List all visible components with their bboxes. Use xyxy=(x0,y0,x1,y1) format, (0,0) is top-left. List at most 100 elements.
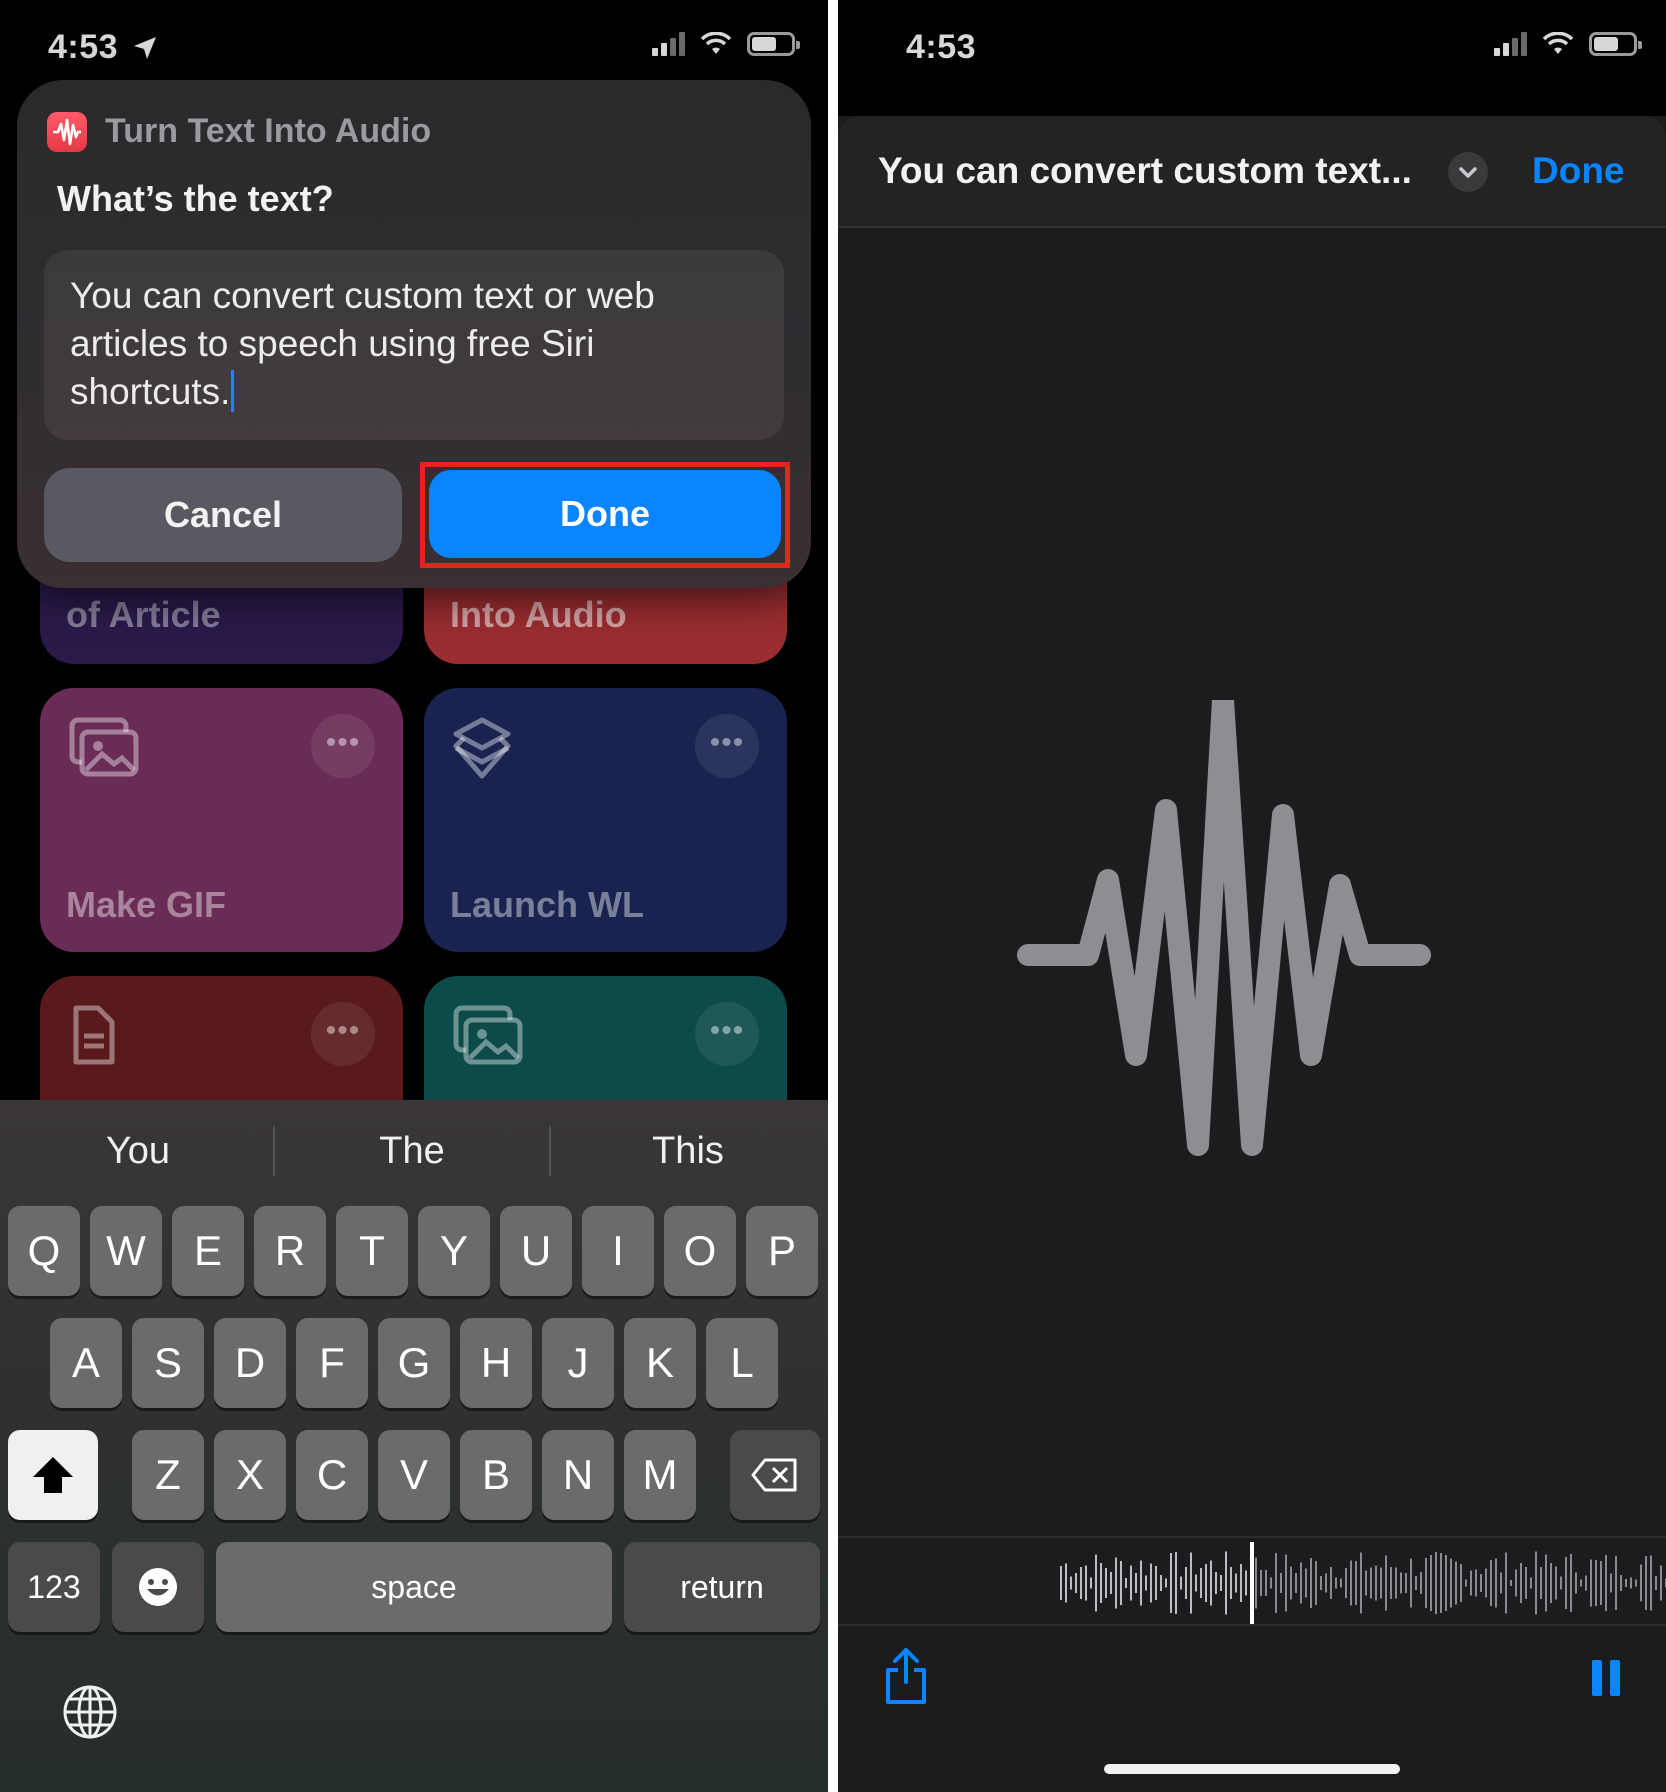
more-options-icon[interactable]: ••• xyxy=(311,1002,375,1066)
status-time: 4:53 xyxy=(906,28,977,66)
waveform-bar xyxy=(1170,1553,1172,1613)
numbers-key[interactable]: 123 xyxy=(8,1542,100,1632)
waveform-bar xyxy=(1655,1576,1657,1590)
wifi-icon xyxy=(1543,32,1573,54)
waveform-bar xyxy=(1175,1552,1177,1614)
waveform-bar xyxy=(1465,1579,1467,1587)
waveform-bar xyxy=(1455,1561,1457,1605)
battery-icon xyxy=(1589,32,1642,56)
pause-button[interactable] xyxy=(1588,1658,1624,1698)
waveform-bar xyxy=(1210,1560,1212,1606)
more-options-icon[interactable]: ••• xyxy=(695,1002,759,1066)
waveform-bar xyxy=(1320,1576,1322,1590)
waveform-bar xyxy=(1385,1555,1387,1611)
key-a[interactable]: A xyxy=(50,1318,122,1408)
key-j[interactable]: J xyxy=(542,1318,614,1408)
waveform-bar xyxy=(1510,1580,1512,1586)
waveform-bar xyxy=(1290,1566,1292,1600)
waveform-bar xyxy=(1585,1575,1587,1591)
cellular-signal-icon xyxy=(1494,32,1527,56)
waveform-bar xyxy=(1565,1557,1567,1609)
waveform-bar xyxy=(1475,1569,1477,1597)
audio-scrubber[interactable] xyxy=(838,1536,1666,1626)
waveform-bar xyxy=(1300,1562,1302,1604)
waveform-bar xyxy=(1130,1565,1132,1601)
waveform-bar xyxy=(1395,1567,1397,1599)
done-button[interactable]: Done xyxy=(1532,150,1625,192)
waveform-bar xyxy=(1100,1563,1102,1603)
shortcut-tile-launch-wl[interactable]: ••• Launch WL xyxy=(424,688,787,952)
key-r[interactable]: R xyxy=(254,1206,326,1296)
key-z[interactable]: Z xyxy=(132,1430,204,1520)
waveform-bar xyxy=(1150,1563,1152,1603)
waveform-icon xyxy=(1017,700,1431,1156)
waveform-bar xyxy=(1325,1573,1327,1593)
key-f[interactable]: F xyxy=(296,1318,368,1408)
key-n[interactable]: N xyxy=(542,1430,614,1520)
waveform-bar xyxy=(1435,1552,1437,1614)
key-b[interactable]: B xyxy=(460,1430,532,1520)
waveform-bar xyxy=(1430,1555,1432,1611)
delete-backward-icon xyxy=(751,1458,797,1492)
key-o[interactable]: O xyxy=(664,1206,736,1296)
key-q[interactable]: Q xyxy=(8,1206,80,1296)
key-u[interactable]: U xyxy=(500,1206,572,1296)
waveform-bar xyxy=(1135,1573,1137,1593)
text-input-field[interactable]: You can convert custom text or web artic… xyxy=(44,250,784,440)
suggestion-divider xyxy=(273,1126,275,1176)
waveform-bar xyxy=(1635,1579,1637,1587)
suggestion-item[interactable]: This xyxy=(552,1130,824,1173)
waveform-bar xyxy=(1650,1555,1652,1611)
more-options-icon[interactable]: ••• xyxy=(695,714,759,778)
key-l[interactable]: L xyxy=(706,1318,778,1408)
shift-key[interactable] xyxy=(8,1430,98,1520)
key-m[interactable]: M xyxy=(624,1430,696,1520)
key-v[interactable]: V xyxy=(378,1430,450,1520)
cellular-signal-icon xyxy=(652,32,685,56)
chevron-down-icon[interactable] xyxy=(1448,152,1488,192)
emoji-key[interactable] xyxy=(112,1542,204,1632)
done-button[interactable]: Done xyxy=(429,470,781,558)
cancel-button[interactable]: Cancel xyxy=(44,468,402,562)
key-e[interactable]: E xyxy=(172,1206,244,1296)
status-time: 4:53 xyxy=(48,28,158,67)
suggestion-item[interactable]: The xyxy=(276,1130,548,1173)
key-g[interactable]: G xyxy=(378,1318,450,1408)
key-c[interactable]: C xyxy=(296,1430,368,1520)
waveform-bar xyxy=(1570,1554,1572,1612)
key-y[interactable]: Y xyxy=(418,1206,490,1296)
shortcut-tile-label: Into Audio xyxy=(450,594,627,635)
waveform-bar xyxy=(1120,1561,1122,1605)
waveform-bar xyxy=(1075,1573,1077,1593)
waveform-bar xyxy=(1125,1578,1127,1588)
playhead[interactable] xyxy=(1250,1542,1254,1624)
suggestion-item[interactable]: You xyxy=(2,1130,274,1173)
key-p[interactable]: P xyxy=(746,1206,818,1296)
key-d[interactable]: D xyxy=(214,1318,286,1408)
waveform-bar xyxy=(1060,1566,1062,1600)
suggestion-divider xyxy=(549,1126,551,1176)
key-h[interactable]: H xyxy=(460,1318,532,1408)
shortcut-tile-label: Make GIF xyxy=(66,884,227,925)
globe-icon[interactable] xyxy=(62,1684,118,1740)
location-arrow-icon xyxy=(134,37,157,59)
waveform-bar xyxy=(1640,1564,1642,1602)
waveform-bar xyxy=(1495,1558,1497,1608)
share-icon[interactable] xyxy=(882,1646,930,1706)
shortcut-tile-make-gif[interactable]: ••• Make GIF xyxy=(40,688,403,952)
more-options-icon[interactable]: ••• xyxy=(311,714,375,778)
key-x[interactable]: X xyxy=(214,1430,286,1520)
return-key[interactable]: return xyxy=(624,1542,820,1632)
key-w[interactable]: W xyxy=(90,1206,162,1296)
waveform-bar xyxy=(1490,1560,1492,1606)
document-icon xyxy=(73,1005,115,1065)
key-i[interactable]: I xyxy=(582,1206,654,1296)
waveform-bar xyxy=(1180,1576,1182,1590)
key-s[interactable]: S xyxy=(132,1318,204,1408)
key-t[interactable]: T xyxy=(336,1206,408,1296)
waveform-bar xyxy=(1625,1579,1627,1587)
space-key[interactable]: space xyxy=(216,1542,612,1632)
key-k[interactable]: K xyxy=(624,1318,696,1408)
delete-key[interactable] xyxy=(730,1430,820,1520)
waveform-bar xyxy=(1350,1560,1352,1606)
